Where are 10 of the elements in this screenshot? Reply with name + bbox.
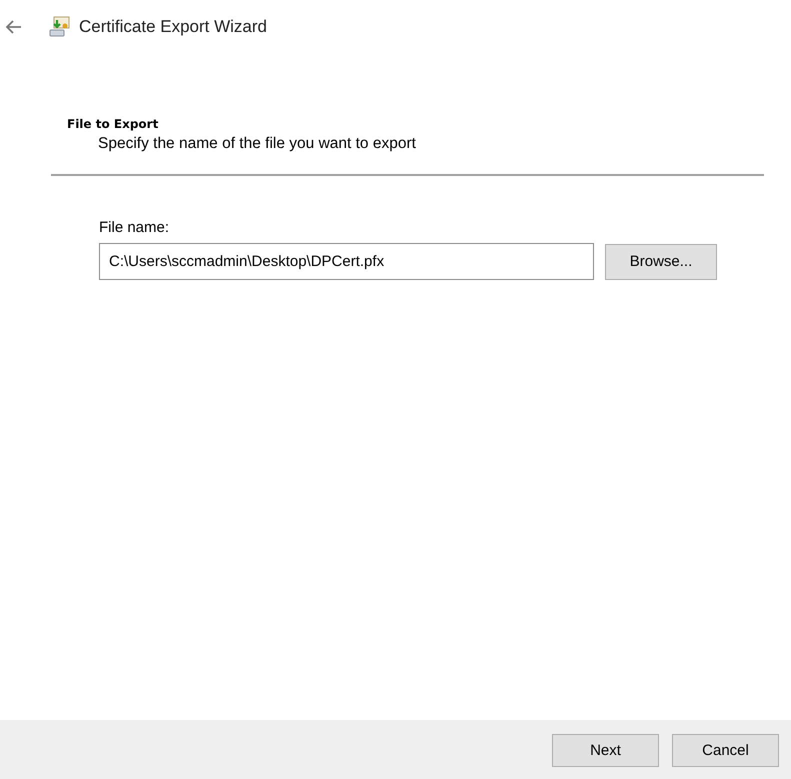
section-description: Specify the name of the file you want to export: [97, 135, 417, 153]
certificate-icon: [48, 16, 70, 38]
file-name-field[interactable]: C:\Users\sccmadmin\Desktop\DPCert.pfx: [99, 243, 594, 280]
window-title: Certificate Export Wizard: [79, 17, 267, 37]
back-arrow-icon[interactable]: [6, 20, 22, 34]
field-label: File name:: [99, 219, 170, 236]
next-button[interactable]: Next: [552, 734, 659, 767]
browse-button[interactable]: Browse...: [605, 244, 717, 280]
section-heading: File to Export: [67, 117, 160, 131]
cancel-button[interactable]: Cancel: [672, 734, 779, 767]
